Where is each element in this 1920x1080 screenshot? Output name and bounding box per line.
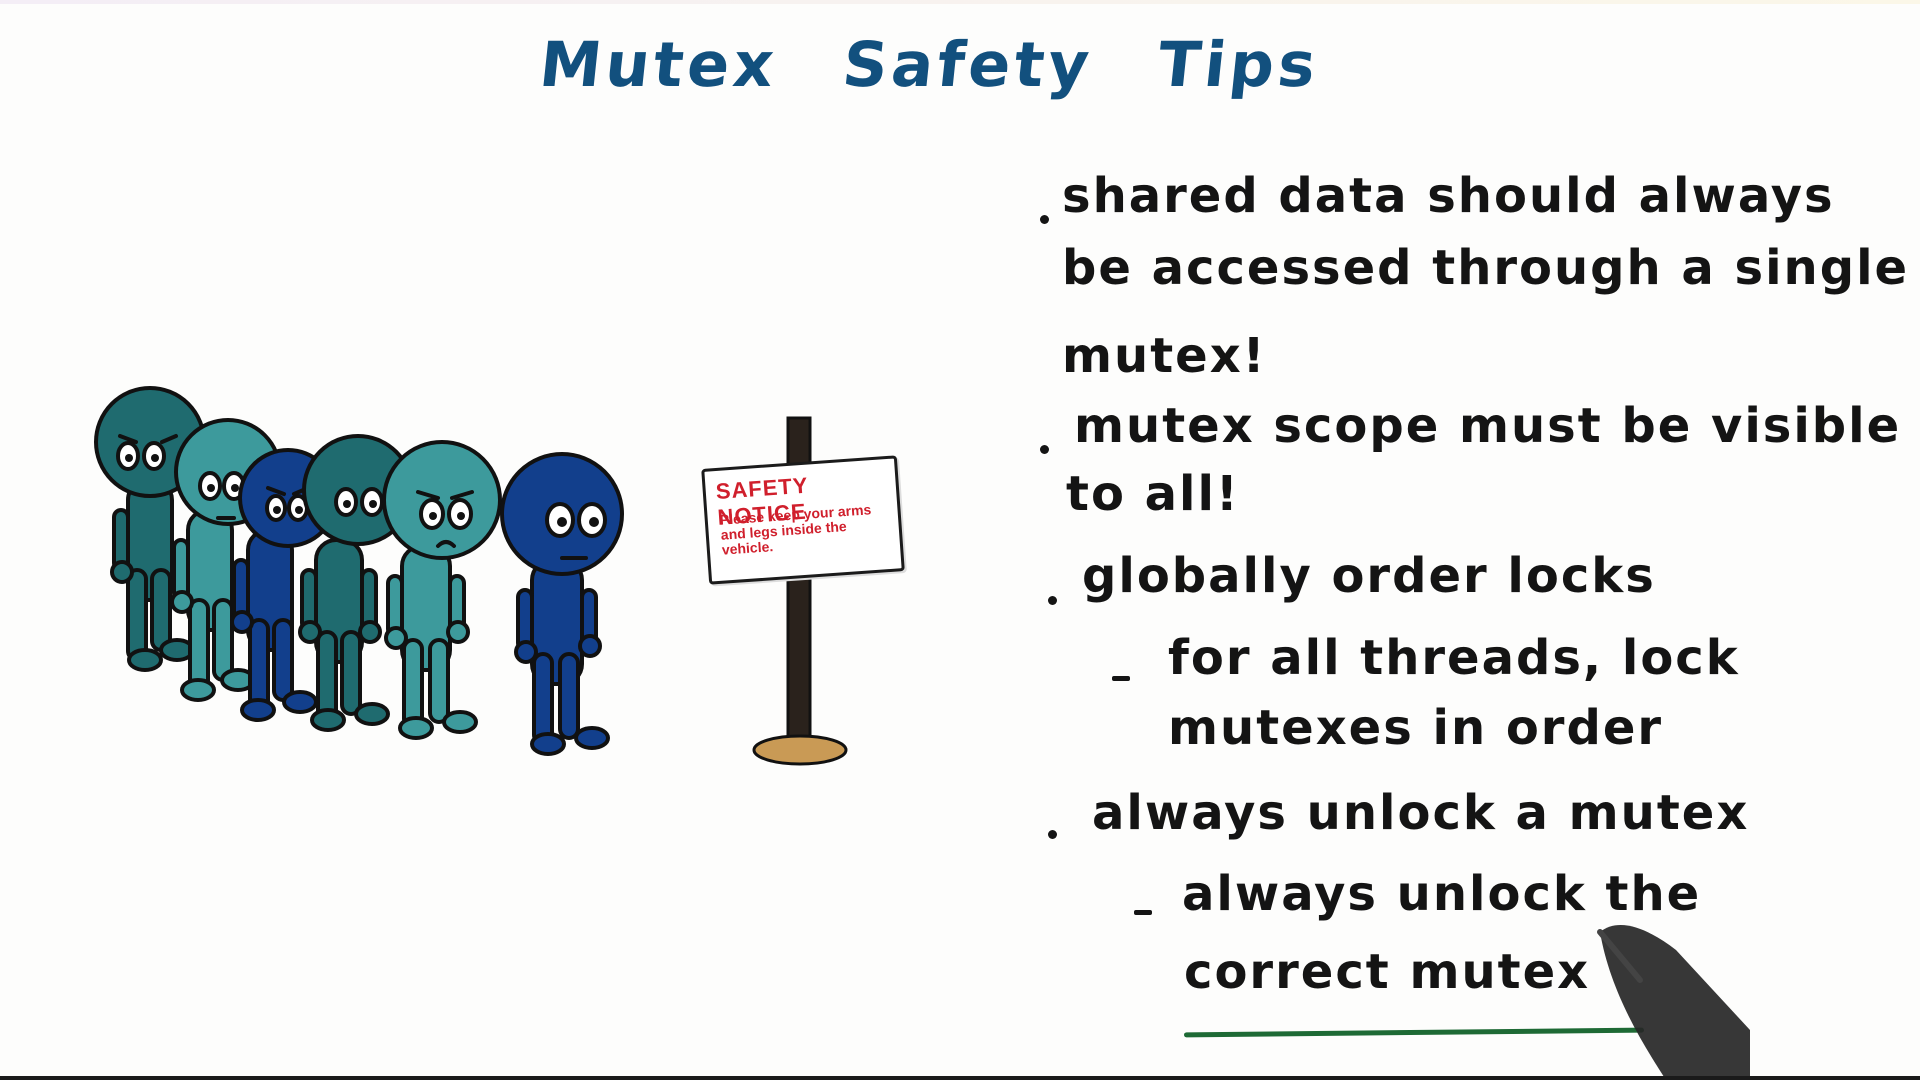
page-title: Mutex Safety Tips: [536, 28, 1363, 101]
person-6: [500, 452, 624, 756]
bullet-dot: [1048, 830, 1057, 839]
title-word-safety: Safety: [839, 28, 1097, 101]
bottom-edge: [0, 1076, 1920, 1080]
tip-1-line-1: shared data should always: [1062, 168, 1835, 224]
tip-3-sub-line-2: mutexes in order: [1168, 700, 1664, 756]
tip-1-line-2: be accessed through a single: [1062, 240, 1910, 296]
whiteboard: Mutex Safety Tips SAFETY NOTICE Please k…: [0, 0, 1920, 1080]
bullet-dot: [1040, 215, 1049, 224]
tip-4-sub-line-2: correct mutex: [1184, 944, 1591, 1000]
tip-1-line-3: mutex!: [1062, 328, 1267, 384]
top-edge: [0, 0, 1920, 4]
bullet-dot: [1048, 596, 1057, 605]
tip-3-line-1: globally order locks: [1082, 548, 1656, 604]
sign-body: Please keep your arms and legs inside th…: [719, 501, 872, 558]
tip-4-line-1: always unlock a mutex: [1092, 785, 1750, 841]
tip-3-sub-line-1: for all threads, lock: [1168, 630, 1740, 686]
tip-2-line-2: to all!: [1066, 466, 1240, 522]
sub-bullet-dash: [1112, 676, 1130, 681]
sign-board: SAFETY NOTICE Please keep your arms and …: [701, 455, 905, 585]
tip-2-line-1: mutex scope must be visible: [1074, 398, 1902, 454]
pen-hand-icon: [1597, 925, 1750, 1080]
safety-notice-sign: SAFETY NOTICE Please keep your arms and …: [700, 410, 910, 770]
sub-bullet-dash: [1134, 910, 1152, 915]
title-word-tips: Tips: [1154, 28, 1323, 101]
person-5: [382, 440, 502, 740]
people-queue-illustration: [94, 386, 624, 756]
title-word-mutex: Mutex: [536, 28, 782, 101]
green-underline: [1183, 1027, 1645, 1038]
bullet-dot: [1040, 445, 1049, 454]
